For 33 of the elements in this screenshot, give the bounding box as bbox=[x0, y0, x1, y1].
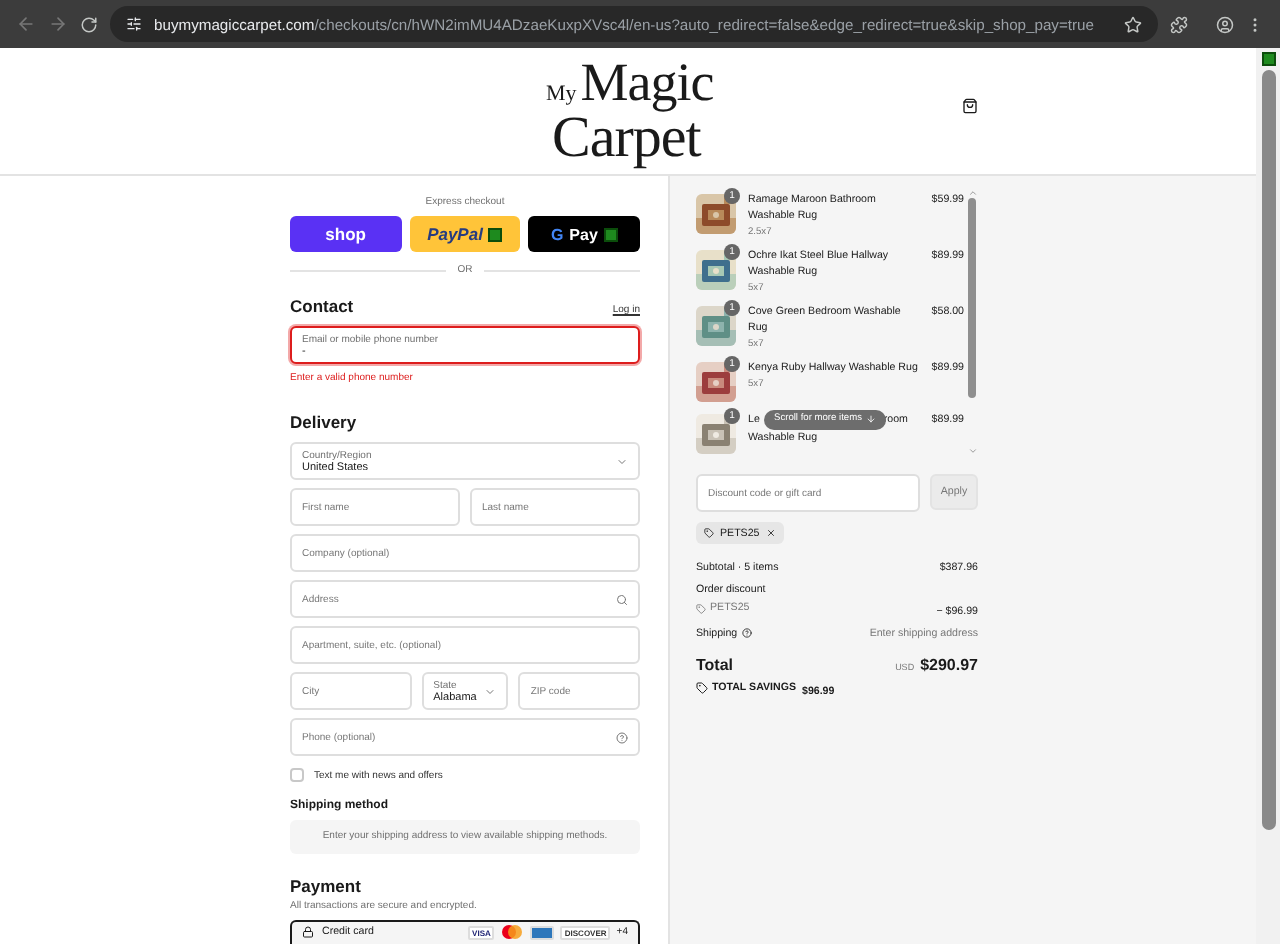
forward-icon[interactable] bbox=[48, 14, 68, 34]
tag-icon bbox=[704, 528, 714, 538]
back-icon[interactable] bbox=[16, 14, 36, 34]
paypal-pay-button[interactable]: PayPal bbox=[409, 216, 521, 252]
logo: My Magic Carpet bbox=[546, 55, 714, 167]
checkbox[interactable] bbox=[290, 768, 304, 782]
mastercard-icon bbox=[500, 924, 525, 941]
tag-icon bbox=[696, 681, 708, 693]
delivery-heading: Delivery bbox=[290, 412, 359, 432]
profile-icon[interactable] bbox=[1216, 15, 1234, 33]
extensions-icon[interactable] bbox=[1170, 15, 1188, 33]
contact-heading: Contact bbox=[290, 296, 354, 316]
reload-icon[interactable] bbox=[80, 15, 98, 33]
chevron-down-icon bbox=[616, 455, 628, 467]
bookmark-icon[interactable] bbox=[1124, 15, 1142, 33]
arrow-down-icon bbox=[865, 414, 876, 425]
chevron-down-icon bbox=[484, 685, 497, 697]
help-icon bbox=[741, 628, 752, 638]
gpay-pay-button[interactable]: G Pay bbox=[528, 216, 641, 252]
site-settings-icon[interactable] bbox=[126, 16, 142, 32]
lock-icon bbox=[302, 926, 314, 939]
search-icon bbox=[616, 593, 628, 605]
scrollbar-thumb[interactable] bbox=[968, 198, 976, 398]
total-label: Total bbox=[696, 655, 734, 673]
shopping-bag-icon[interactable] bbox=[961, 97, 978, 113]
marker-icon bbox=[1261, 52, 1275, 66]
shop-pay-button[interactable]: shop bbox=[290, 216, 402, 252]
payment-heading: Payment bbox=[290, 875, 363, 896]
tag-icon bbox=[696, 603, 706, 613]
amex-card-icon bbox=[530, 925, 555, 940]
help-icon bbox=[616, 731, 628, 743]
page-scrollbar-thumb[interactable] bbox=[1261, 70, 1275, 830]
total-value: $290.97 bbox=[920, 655, 978, 673]
